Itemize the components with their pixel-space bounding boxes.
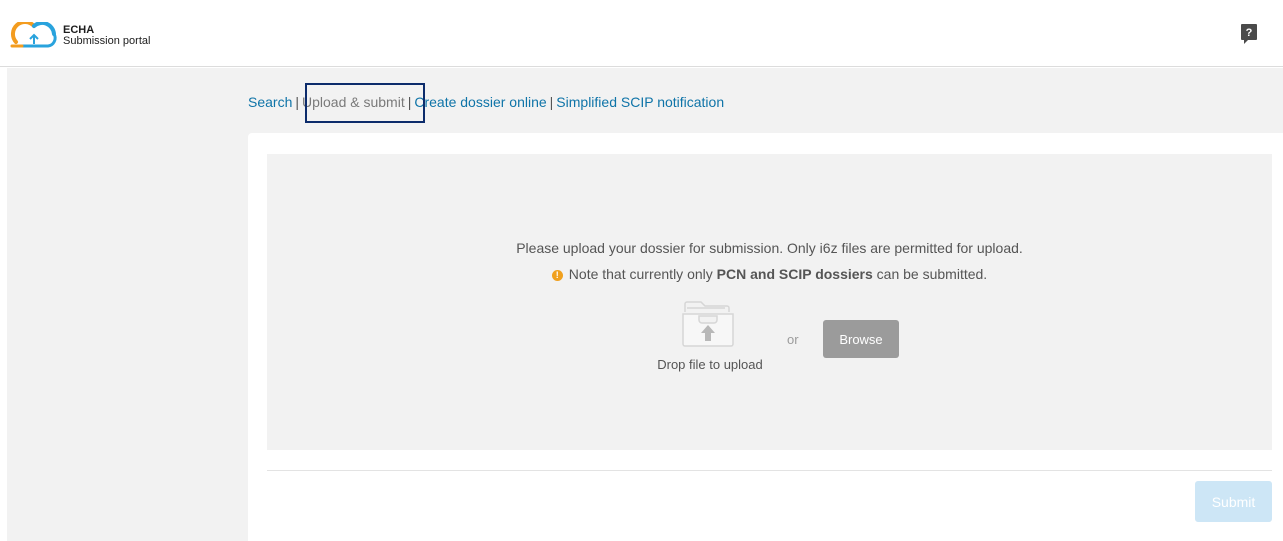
nav-separator: | — [549, 94, 554, 110]
current-tab-highlight — [305, 83, 425, 123]
svg-text:?: ? — [1246, 27, 1253, 39]
nav-separator: | — [295, 94, 299, 110]
nav-link-simplified-scip[interactable]: Simplified SCIP notification — [556, 94, 724, 110]
folder-upload-icon — [682, 301, 734, 347]
upload-instructions: Please upload your dossier for submissio… — [516, 240, 1023, 256]
warning-icon: ! — [551, 270, 563, 281]
brand-line-2: Submission portal — [63, 35, 151, 47]
divider — [267, 470, 1272, 471]
echa-logo-icon — [10, 22, 57, 48]
nav-link-search[interactable]: Search — [248, 94, 292, 110]
or-label: or — [787, 332, 799, 347]
note-suffix: can be submitted. — [872, 266, 988, 282]
app-header: ECHA Submission portal ? — [0, 0, 1283, 67]
nav-link-create-dossier[interactable]: Create dossier online — [414, 94, 546, 110]
note-bold: PCN and SCIP dossiers — [716, 266, 873, 282]
upload-note: ! Note that currently only PCN and SCIP d… — [267, 266, 1272, 282]
submit-button[interactable]: Submit — [1195, 481, 1272, 522]
drop-file-label: Drop file to upload — [657, 357, 763, 372]
file-dropzone[interactable]: Please upload your dossier for submissio… — [267, 154, 1272, 450]
browse-button[interactable]: Browse — [823, 320, 899, 358]
note-prefix: Note that currently only — [568, 266, 717, 282]
brand-name: ECHA Submission portal — [63, 25, 150, 47]
upload-panel: Please upload your dossier for submissio… — [248, 133, 1283, 541]
help-icon[interactable]: ? — [1240, 23, 1258, 45]
